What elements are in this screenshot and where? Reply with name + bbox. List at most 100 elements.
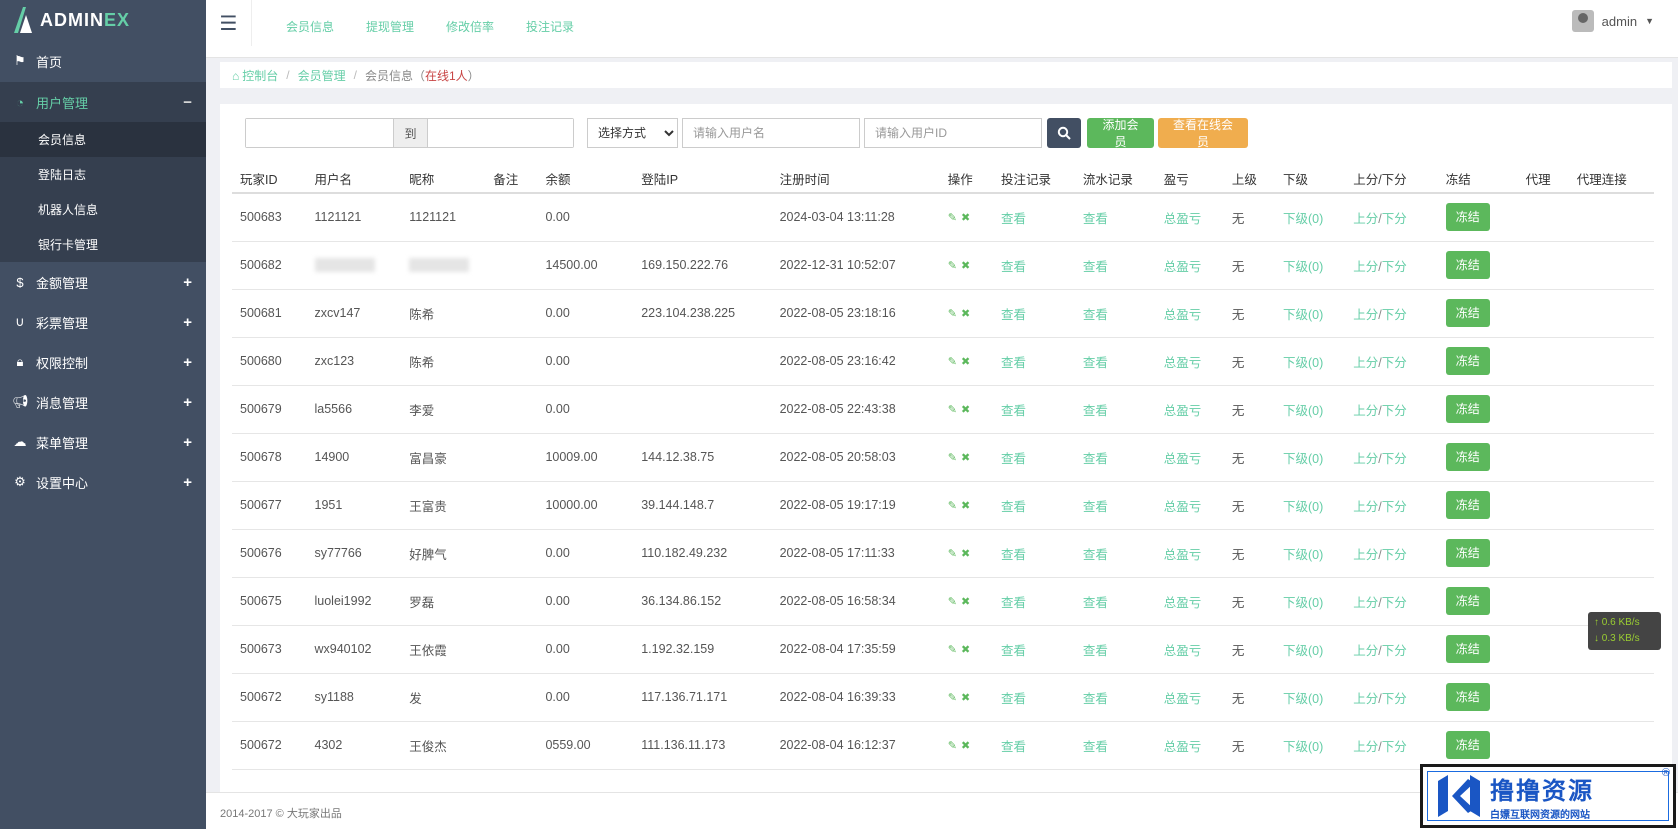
flow-record-link[interactable]: 查看: [1074, 289, 1156, 338]
delete-icon[interactable]: ✖: [961, 404, 970, 416]
flow-record-link[interactable]: 查看: [1074, 193, 1156, 242]
username-input[interactable]: [682, 118, 860, 148]
flow-record-link[interactable]: 查看: [1074, 673, 1156, 722]
method-select[interactable]: 选择方式: [587, 118, 678, 148]
view-online-button[interactable]: 查看在线会员: [1158, 118, 1248, 149]
profit-link[interactable]: 总盈亏: [1155, 193, 1224, 242]
breadcrumb-section[interactable]: 会员管理: [298, 67, 346, 84]
sub-score-link[interactable]: 下分: [1382, 356, 1407, 370]
profit-link[interactable]: 总盈亏: [1155, 433, 1224, 482]
expand-icon[interactable]: +: [183, 394, 192, 411]
delete-icon[interactable]: ✖: [961, 596, 970, 608]
delete-icon[interactable]: ✖: [961, 500, 970, 512]
bet-record-link[interactable]: 查看: [992, 481, 1075, 530]
sub-score-link[interactable]: 下分: [1382, 212, 1407, 226]
freeze-button[interactable]: 冻结: [1445, 203, 1490, 232]
edit-icon[interactable]: ✎: [948, 548, 957, 560]
profit-link[interactable]: 总盈亏: [1155, 721, 1224, 770]
bet-record-link[interactable]: 查看: [992, 289, 1075, 338]
profit-link[interactable]: 总盈亏: [1155, 385, 1224, 434]
children-link[interactable]: 下级(0): [1274, 577, 1346, 626]
sub-score-link[interactable]: 下分: [1382, 644, 1407, 658]
end-date-input[interactable]: [428, 119, 573, 147]
add-score-link[interactable]: 上分: [1353, 356, 1378, 370]
bet-record-link[interactable]: 查看: [992, 721, 1075, 770]
delete-icon[interactable]: ✖: [961, 548, 970, 560]
userid-input[interactable]: [864, 118, 1042, 148]
sidebar-item-6[interactable]: ☁ 菜单管理 +: [0, 422, 206, 462]
expand-icon[interactable]: +: [183, 354, 192, 371]
sidebar-subitem-2[interactable]: 机器人信息: [0, 192, 206, 227]
edit-icon[interactable]: ✎: [948, 212, 957, 224]
freeze-button[interactable]: 冻结: [1445, 635, 1490, 663]
add-score-link[interactable]: 上分: [1353, 404, 1378, 418]
add-score-link[interactable]: 上分: [1353, 212, 1378, 226]
bet-record-link[interactable]: 查看: [992, 385, 1075, 434]
freeze-button[interactable]: 冻结: [1445, 587, 1490, 615]
children-link[interactable]: 下级(0): [1274, 529, 1346, 578]
children-link[interactable]: 下级(0): [1274, 481, 1346, 530]
add-score-link[interactable]: 上分: [1353, 500, 1378, 514]
bet-record-link[interactable]: 查看: [992, 529, 1075, 578]
add-score-link[interactable]: 上分: [1353, 308, 1378, 322]
freeze-button[interactable]: 冻结: [1445, 491, 1490, 519]
breadcrumb-home[interactable]: ⌂ 控制台: [232, 67, 278, 84]
freeze-button[interactable]: 冻结: [1445, 683, 1490, 711]
profit-link[interactable]: 总盈亏: [1155, 529, 1224, 578]
edit-icon[interactable]: ✎: [948, 500, 957, 512]
freeze-button[interactable]: 冻结: [1445, 299, 1490, 327]
edit-icon[interactable]: ✎: [948, 308, 957, 320]
profit-link[interactable]: 总盈亏: [1155, 241, 1224, 290]
bet-record-link[interactable]: 查看: [992, 337, 1075, 386]
flow-record-link[interactable]: 查看: [1074, 433, 1156, 482]
delete-icon[interactable]: ✖: [961, 740, 970, 752]
sub-score-link[interactable]: 下分: [1382, 500, 1407, 514]
expand-icon[interactable]: +: [183, 314, 192, 331]
freeze-button[interactable]: 冻结: [1445, 731, 1490, 759]
sub-score-link[interactable]: 下分: [1382, 404, 1407, 418]
sidebar-item-3[interactable]: ∪ 彩票管理 +: [0, 302, 206, 342]
bet-record-link[interactable]: 查看: [992, 193, 1075, 242]
edit-icon[interactable]: ✎: [948, 692, 957, 704]
flow-record-link[interactable]: 查看: [1074, 241, 1156, 290]
start-date-input[interactable]: [246, 119, 393, 147]
menu-toggle-icon[interactable]: ☰: [206, 0, 252, 46]
bet-record-link[interactable]: 查看: [992, 241, 1075, 290]
profit-link[interactable]: 总盈亏: [1155, 673, 1224, 722]
sub-score-link[interactable]: 下分: [1382, 692, 1407, 706]
search-button[interactable]: [1047, 118, 1081, 148]
add-member-button[interactable]: 添加会员: [1087, 118, 1154, 149]
sub-score-link[interactable]: 下分: [1382, 452, 1407, 466]
delete-icon[interactable]: ✖: [961, 308, 970, 320]
top-link-2[interactable]: 修改倍率: [446, 18, 494, 35]
profit-link[interactable]: 总盈亏: [1155, 625, 1224, 674]
flow-record-link[interactable]: 查看: [1074, 385, 1156, 434]
freeze-button[interactable]: 冻结: [1445, 395, 1490, 423]
children-link[interactable]: 下级(0): [1274, 673, 1346, 722]
flow-record-link[interactable]: 查看: [1074, 577, 1156, 626]
freeze-button[interactable]: 冻结: [1445, 443, 1490, 471]
logo[interactable]: ADMIN EX: [0, 0, 206, 40]
delete-icon[interactable]: ✖: [961, 260, 970, 272]
add-score-link[interactable]: 上分: [1353, 452, 1378, 466]
sidebar-item-7[interactable]: ⚙ 设置中心 +: [0, 462, 206, 502]
user-menu[interactable]: admin ▼: [1571, 10, 1654, 32]
children-link[interactable]: 下级(0): [1274, 193, 1346, 242]
sub-score-link[interactable]: 下分: [1382, 548, 1407, 562]
children-link[interactable]: 下级(0): [1274, 289, 1346, 338]
bet-record-link[interactable]: 查看: [992, 433, 1075, 482]
flow-record-link[interactable]: 查看: [1074, 721, 1156, 770]
bet-record-link[interactable]: 查看: [992, 577, 1075, 626]
sidebar-item-0[interactable]: ⚑ 首页: [0, 40, 206, 82]
edit-icon[interactable]: ✎: [948, 644, 957, 656]
add-score-link[interactable]: 上分: [1353, 740, 1378, 754]
delete-icon[interactable]: ✖: [961, 452, 970, 464]
children-link[interactable]: 下级(0): [1274, 337, 1346, 386]
freeze-button[interactable]: 冻结: [1445, 539, 1490, 567]
add-score-link[interactable]: 上分: [1353, 548, 1378, 562]
sub-score-link[interactable]: 下分: [1382, 596, 1407, 610]
sidebar-subitem-0[interactable]: 会员信息: [0, 122, 206, 157]
top-link-1[interactable]: 提现管理: [366, 18, 414, 35]
flow-record-link[interactable]: 查看: [1074, 481, 1156, 530]
edit-icon[interactable]: ✎: [948, 452, 957, 464]
